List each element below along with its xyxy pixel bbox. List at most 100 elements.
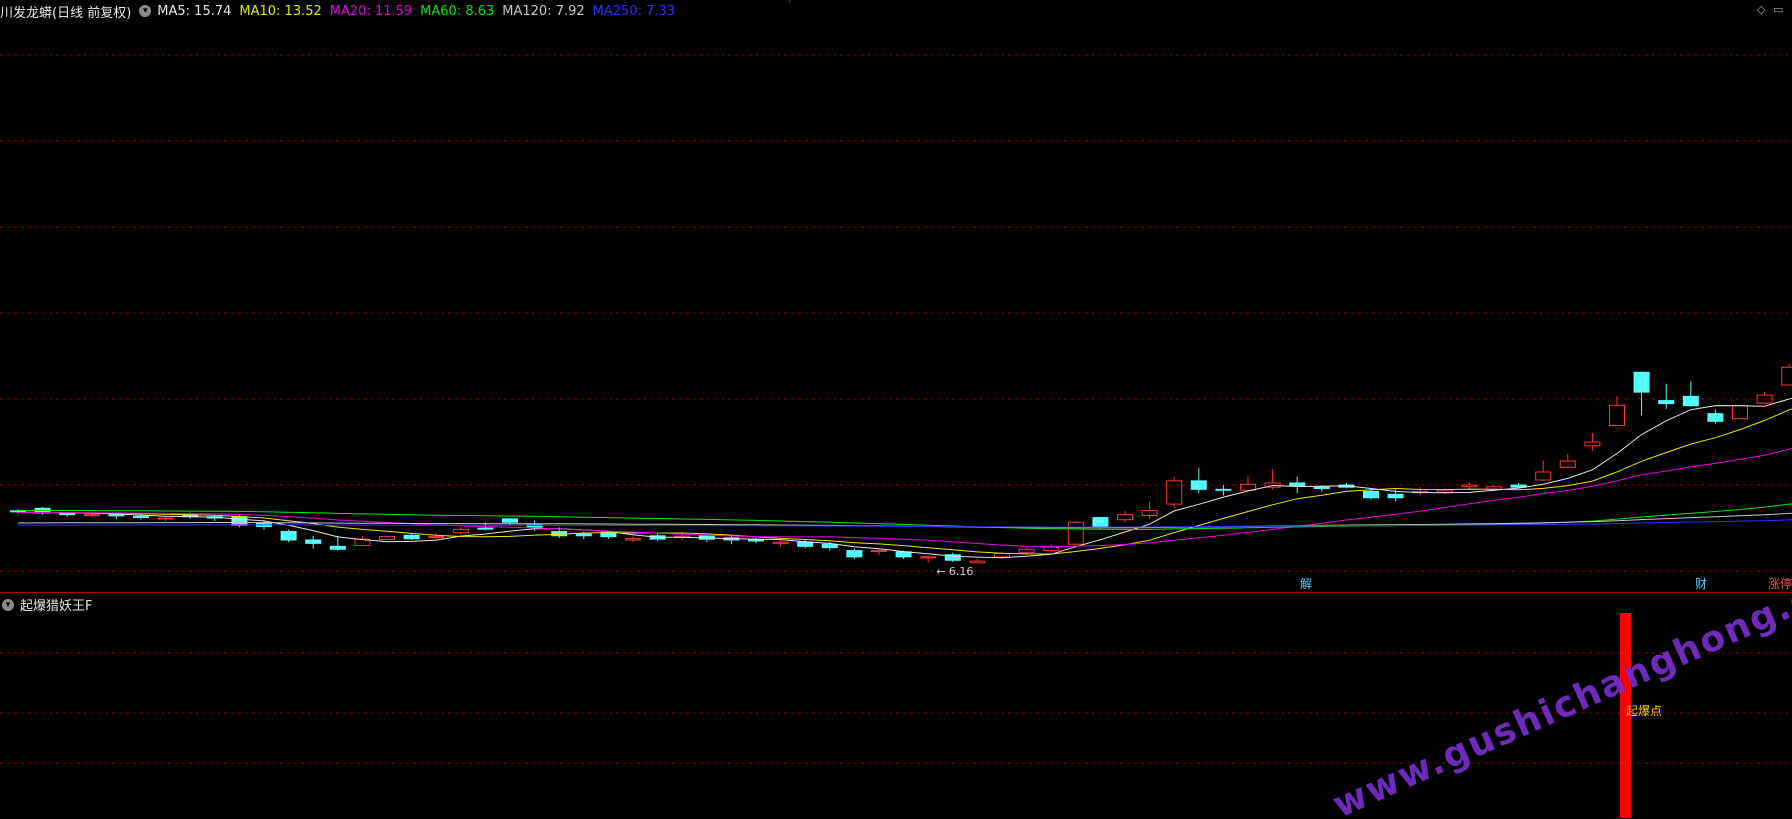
candle-body-down [305, 539, 322, 544]
expand-icon[interactable]: ▭ [1773, 3, 1783, 16]
low-price-label: ← 6.16 [936, 565, 973, 578]
candle [1117, 511, 1133, 523]
candle [944, 552, 961, 562]
candle [1289, 476, 1306, 494]
candle-body-up [1781, 366, 1792, 386]
kline-chart-pane[interactable]: 18.88← 6.16解财涨停 川发龙蟒(日线 前复权) ▾ MA5: 15.7… [0, 0, 1792, 592]
candle [1633, 371, 1650, 416]
candle-body-down [1633, 371, 1650, 393]
chevron-down-icon[interactable]: ▾ [139, 5, 152, 17]
candle [1240, 476, 1256, 492]
candle-body-up [969, 560, 986, 564]
candle [1732, 404, 1748, 420]
candle-body-up [1117, 514, 1133, 521]
candle [1781, 363, 1792, 386]
candle-body-up [1584, 441, 1601, 447]
candle-body-up [994, 553, 1010, 558]
candle [1363, 489, 1379, 500]
candle-body-up [1732, 405, 1748, 420]
candle-body-up [452, 528, 469, 534]
candle-body-down [1313, 486, 1330, 489]
candle-body-up [920, 556, 937, 559]
candle [1535, 460, 1552, 481]
candle-body-up [1609, 404, 1625, 427]
stock-title[interactable]: 川发龙蟒(日线 前复权) [0, 2, 131, 21]
candle [1682, 381, 1699, 407]
ma120-line [17, 512, 1792, 529]
candle [379, 535, 395, 541]
watermark: www.gushichanghong.com [1327, 593, 1792, 819]
candle [1461, 482, 1478, 490]
diamond-icon[interactable]: ◇ [1757, 3, 1765, 16]
ma10-label: MA10: 13.52 [239, 3, 322, 19]
chart-header: 川发龙蟒(日线 前复权) ▾ MA5: 15.74 MA10: 13.52 MA… [0, 2, 683, 21]
ma5-label: MA5: 15.74 [157, 3, 232, 19]
candle-body-up [1461, 484, 1478, 488]
candle-body-down [108, 514, 125, 517]
candle [1756, 392, 1773, 405]
candle-body-down [1682, 395, 1699, 407]
candle-body-up [1436, 489, 1453, 493]
candle-body-down [1092, 517, 1109, 527]
marker-cai: 财 [1695, 577, 1707, 591]
kline-chart[interactable]: 18.88← 6.16解财涨停 [0, 0, 1792, 592]
candle [83, 513, 100, 518]
candle [1043, 544, 1060, 553]
indicator-chart[interactable]: 起爆点www.gushichanghong.com [0, 593, 1792, 819]
candle [1166, 476, 1183, 509]
chevron-down-icon[interactable]: ▾ [2, 598, 14, 611]
candle-body-down [231, 516, 248, 526]
candle-body-up [1141, 509, 1158, 516]
ma20-line [18, 447, 1792, 548]
candle-body-up [1535, 471, 1552, 481]
candle-body-up [83, 514, 100, 517]
candle-body-down [329, 545, 346, 550]
candle [354, 535, 371, 547]
candle-body-down [1707, 413, 1724, 422]
candle-body-down [403, 534, 420, 540]
candle [1141, 501, 1158, 519]
candle-body-down [133, 515, 149, 519]
candle [1067, 520, 1084, 545]
candle-body-up [1166, 480, 1183, 505]
candle [969, 558, 986, 564]
candle [1190, 468, 1207, 494]
candle-body-up [379, 536, 395, 541]
candle [723, 535, 740, 545]
candle [403, 534, 420, 540]
marker-zhangting: 涨停 [1768, 576, 1792, 591]
candle-body-up [1043, 546, 1060, 552]
candle [1412, 487, 1429, 496]
candle-body-down [1289, 482, 1306, 487]
candle [1584, 433, 1601, 451]
candle-body-down [477, 527, 494, 530]
marker-jie: 解 [1300, 577, 1312, 591]
candle-body-down [1363, 490, 1379, 499]
candle-body-up [772, 541, 789, 544]
candle [772, 539, 789, 547]
candle [1215, 485, 1232, 496]
candle [1658, 383, 1675, 410]
candle [206, 515, 223, 521]
candle-body-up [1067, 521, 1084, 545]
ma60-label: MA60: 8.63 [420, 3, 495, 19]
candle [871, 549, 887, 555]
candle [428, 533, 445, 540]
candle [1559, 454, 1576, 469]
candles [10, 363, 1792, 564]
candle-body-down [748, 539, 764, 542]
candle-body-down [821, 543, 838, 549]
indicator-pane[interactable]: 起爆点 www.gushichanghong.com ▾ 起爆猎妖王F [0, 593, 1792, 819]
indicator-title[interactable]: 起爆猎妖王F [20, 595, 92, 614]
candle-body-up [871, 550, 887, 553]
candle-body-up [428, 536, 445, 539]
candle-body-down [280, 531, 297, 541]
candle-body-down [846, 550, 863, 558]
candle-body-up [1559, 460, 1576, 468]
ma120-label: MA120: 7.92 [502, 3, 585, 19]
candle [157, 516, 174, 521]
candle [1707, 409, 1724, 424]
candle [625, 535, 641, 543]
candle-body-down [895, 551, 912, 558]
candle [452, 527, 469, 535]
